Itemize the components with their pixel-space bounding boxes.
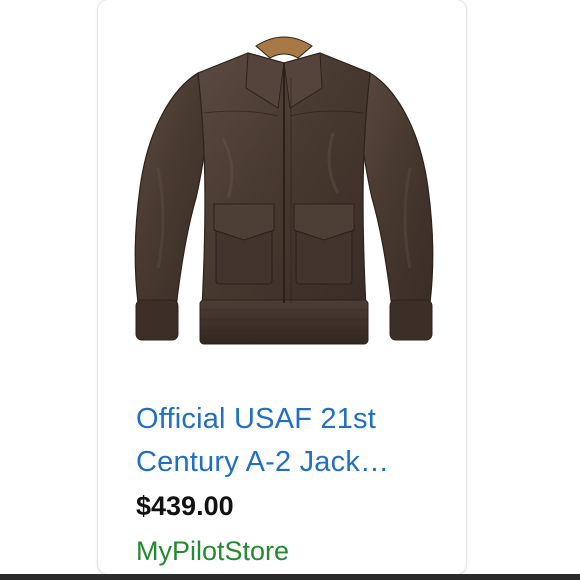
- product-title-line-2: Century A-2 Jack…: [136, 446, 390, 478]
- left-cuff: [135, 299, 179, 341]
- collar-lining: [255, 36, 313, 59]
- product-image[interactable]: [128, 18, 440, 358]
- store-name[interactable]: MyPilotStore: [136, 534, 289, 568]
- waistband: [199, 299, 369, 345]
- bottom-edge-bar: [0, 574, 580, 580]
- left-sleeve: [134, 72, 213, 309]
- right-cuff: [389, 299, 433, 341]
- right-sleeve: [355, 72, 434, 309]
- product-title-link[interactable]: Official USAF 21st Century A-2 Jack…: [136, 398, 456, 484]
- product-title-line-1: Official USAF 21st: [136, 403, 376, 435]
- product-price: $439.00: [136, 491, 234, 521]
- product-card[interactable]: Official USAF 21st Century A-2 Jack… $43…: [98, 0, 466, 574]
- screenshot-stage: Official USAF 21st Century A-2 Jack… $43…: [0, 0, 580, 580]
